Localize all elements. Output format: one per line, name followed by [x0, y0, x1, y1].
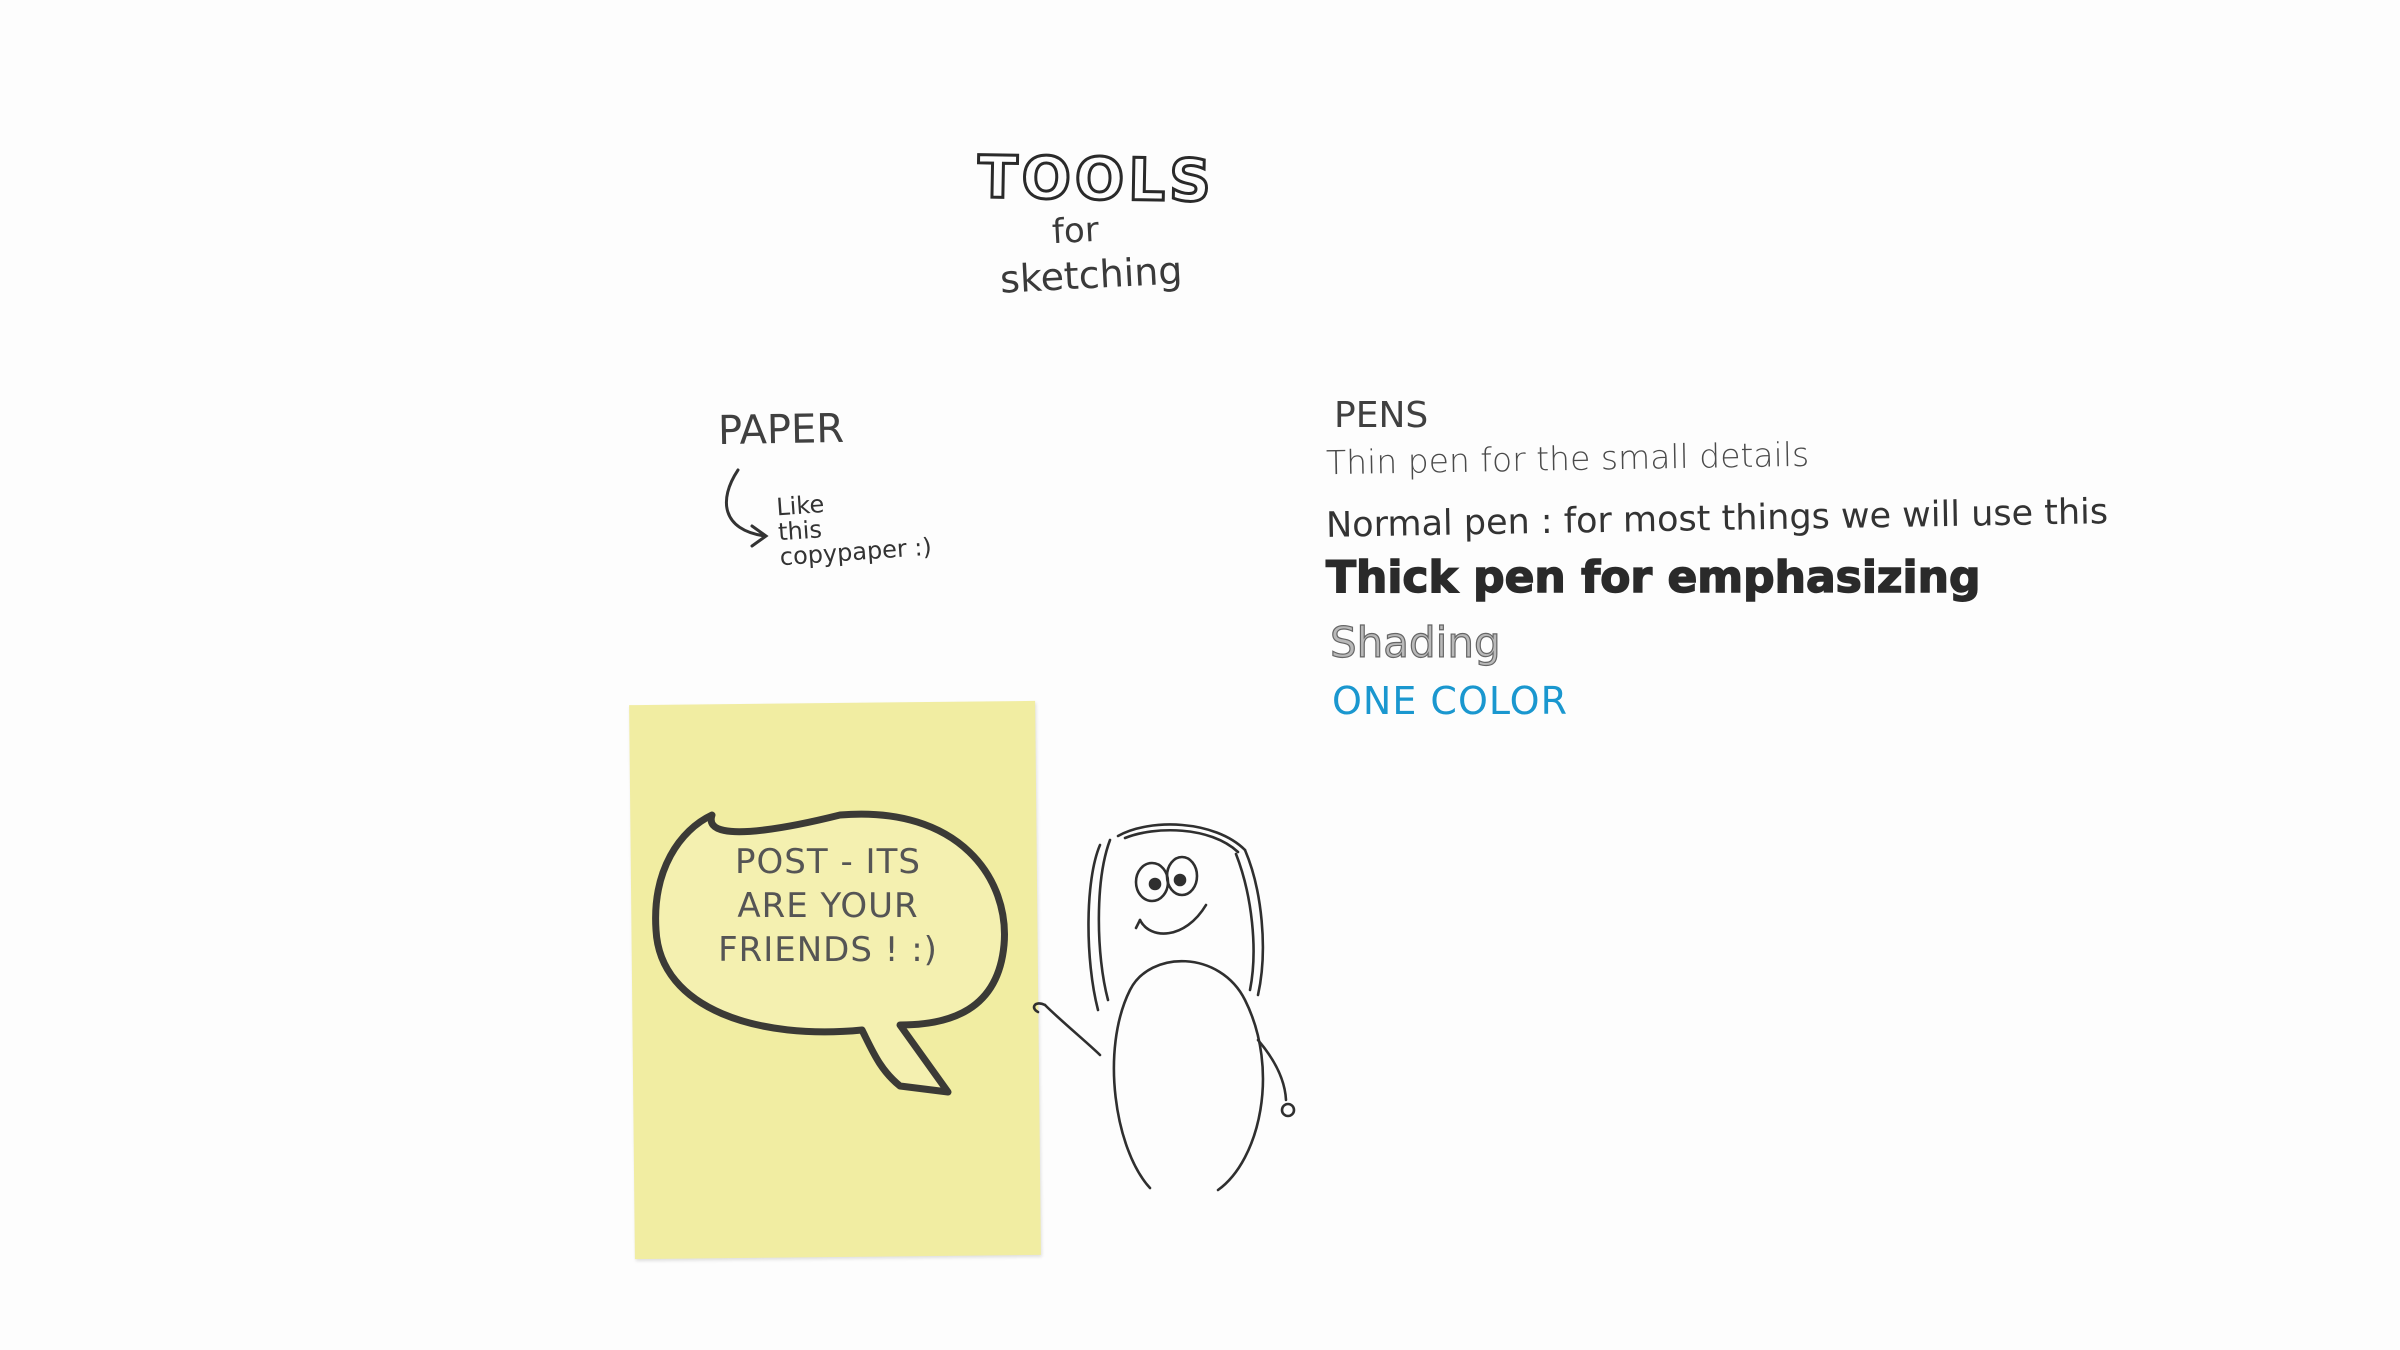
- curved-arrow-icon: [724, 468, 769, 548]
- title-for-text: for: [1050, 209, 1100, 253]
- sketch-page: TOOLS for sketching PAPER Like this copy…: [0, 0, 2400, 1350]
- thin-pen-text: Thin pen for the small details: [1325, 434, 1810, 483]
- normal-pen-text: Normal pen : for most things we will use…: [1325, 492, 2109, 546]
- paper-note: Like this copypaper :): [775, 490, 933, 572]
- speech-bubble-text: POST - ITS ARE YOUR FRIENDS ! :): [718, 842, 938, 971]
- person-figure-icon: [1032, 823, 1296, 1192]
- thick-pen-text: Thick pen for emphasizing: [1325, 552, 1981, 603]
- post-it-note: [629, 700, 1041, 1260]
- page-title: TOOLS: [976, 141, 1217, 216]
- shading-text: Shading: [1329, 618, 1501, 667]
- pens-heading: PENS: [1334, 395, 1429, 436]
- title-sketching-text: sketching: [998, 248, 1184, 302]
- paper-heading: PAPER: [717, 405, 845, 455]
- one-color-text: ONE COLOR: [1332, 679, 1568, 723]
